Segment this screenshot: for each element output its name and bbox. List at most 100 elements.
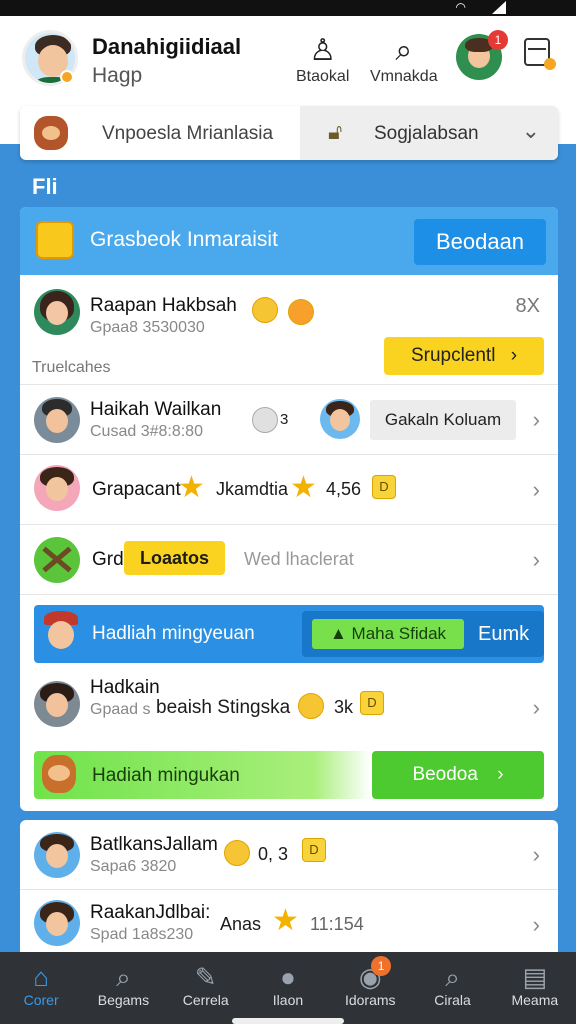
selector-right-label: Sogjalabsan <box>374 123 479 144</box>
wallet-icon[interactable] <box>524 38 556 70</box>
banner-label: Hadiah mingukan <box>92 765 240 786</box>
selector-left-label: Vnpoesla Mrianlasia <box>102 123 274 144</box>
lock-icon: 🔓︎ <box>328 119 343 144</box>
header-person-button[interactable]: ♙ Btaokal <box>296 34 349 86</box>
user-avatar <box>34 289 80 335</box>
selector-left[interactable]: Vnpoesla Mrianlasia <box>20 106 300 160</box>
nav-inbox[interactable]: ◉ 1 Idorams <box>329 952 411 1024</box>
banner-extra-label: Eumk <box>478 623 530 645</box>
section-label: Truelcahes <box>32 359 111 376</box>
card-header: Grasbeok Inmaraisit Beodaan <box>20 207 558 275</box>
user-avatar <box>34 832 80 878</box>
selector-right[interactable]: 🔓︎ Sogjalabsan ⌄ <box>300 106 558 160</box>
secondary-card: BatlkansJallam Sapa6 3820 0, 3 D › Raaka… <box>20 820 558 960</box>
coin-icon: D <box>360 691 384 715</box>
home-indicator[interactable] <box>232 1018 344 1024</box>
section-title: Fli <box>32 174 58 199</box>
coin-icon: D <box>372 475 396 499</box>
smile-emoji-icon <box>252 297 278 323</box>
chevron-right-icon[interactable]: › <box>533 842 540 868</box>
item-value: 4,56 <box>326 479 362 499</box>
chat-icon: ● <box>280 962 296 992</box>
group-avatar <box>34 537 80 583</box>
item-label: Jkamdtia <box>216 479 289 499</box>
nav-chat-label: Ilaon <box>272 992 304 1008</box>
friend-mini-avatar <box>320 399 360 439</box>
nav-search[interactable]: ⌕ Begams <box>82 952 164 1024</box>
list-item[interactable]: RaakanJdlbai: Spad 1a8s230 Anas ★ 11:154… <box>20 890 558 960</box>
close-button[interactable]: 8X <box>516 295 540 318</box>
nav-edit-label: Cerrela <box>182 992 229 1008</box>
location-tag[interactable]: Loaatos <box>124 541 226 575</box>
blush-emoji-icon <box>288 299 314 325</box>
nav-edit[interactable]: ✎ Cerrela <box>165 952 247 1024</box>
grey-action-button[interactable]: Gakaln Koluam <box>370 400 516 440</box>
user-avatar <box>34 397 80 443</box>
arrow-up-icon: ▲ <box>329 624 352 643</box>
mascot-icon <box>40 609 82 657</box>
user-avatar <box>34 900 80 946</box>
home-icon: ⌂ <box>33 962 49 992</box>
list-item[interactable]: Grapacant ★ Jkamdtia ★ 4,56 D › <box>20 455 558 525</box>
chevron-right-icon[interactable]: › <box>533 912 540 938</box>
star-icon: ★ <box>272 904 299 937</box>
chevron-right-icon[interactable]: › <box>533 477 540 503</box>
bear-icon <box>42 755 76 793</box>
nav-search-label: Begams <box>97 992 150 1008</box>
header-search-label: Vmnakda <box>370 68 438 85</box>
nav-home-label: Corer <box>23 992 59 1008</box>
nav-home[interactable]: ⌂ Corer <box>0 952 82 1024</box>
user-name: Hadkain <box>90 677 160 698</box>
star-icon: ★ <box>178 471 205 504</box>
list-item[interactable]: Grd Loaatos Wed lhaclerat › <box>20 525 558 595</box>
person-icon: ♙ <box>309 34 337 67</box>
edit-icon: ✎ <box>194 962 217 992</box>
chevron-right-icon[interactable]: › <box>533 695 540 721</box>
user-name: Grd <box>92 549 124 570</box>
notification-badge: 1 <box>488 30 508 50</box>
nav-menu[interactable]: ▤ Meama <box>494 952 576 1024</box>
item-value: 0, 3 <box>258 844 289 864</box>
user-name: Raapan Hakbsah <box>90 295 237 316</box>
gift-banner[interactable]: Hadiah mingukan Beodoa › <box>34 751 544 799</box>
list-item[interactable]: Raapan Hakbsah Gpaa8 3530030 8X Srupclen… <box>20 275 558 385</box>
smile-emoji-icon <box>224 840 250 866</box>
user-avatar <box>34 465 80 511</box>
green-banner-button[interactable]: Beodoa › <box>372 751 544 799</box>
banner-green-button[interactable]: ▲ Maha Sfidak <box>312 619 464 649</box>
selector-bar: Vnpoesla Mrianlasia 🔓︎ Sogjalabsan ⌄ <box>20 106 558 160</box>
ghost-emoji-icon <box>252 407 278 433</box>
weekly-gift-banner[interactable]: Hadliah mingyeuan ▲ Maha Sfidak Eumk <box>34 605 544 663</box>
chevron-right-icon: › <box>497 764 504 785</box>
nav-explore[interactable]: ⌕ Cirala <box>411 952 493 1024</box>
chevron-right-icon: › <box>510 345 518 366</box>
item-label: beaish Stingska <box>156 697 291 718</box>
item-value: 11:154 <box>310 914 364 934</box>
card-header-button[interactable]: Beodaan <box>414 219 546 265</box>
header-person-label: Btaokal <box>296 68 350 85</box>
profile-subtitle: Hagp <box>92 64 143 87</box>
card-header-title: Grasbeok Inmaraisit <box>90 228 278 251</box>
yellow-action-button[interactable]: Srupclentl › <box>384 337 544 375</box>
header-search-button[interactable]: ⌕ Vmnakda <box>370 34 438 86</box>
bottom-nav: ⌂ Corer ⌕ Begams ✎ Cerrela ● Ilaon ◉ 1 I… <box>0 952 576 1024</box>
list-item[interactable]: Haikah Wailkan Cusad 3#8:8:80 3 Gakaln K… <box>20 385 558 455</box>
user-id: Sapa6 3820 <box>90 858 177 875</box>
status-bar: ◠ <box>0 0 576 16</box>
user-id: Gpaa8 3530030 <box>90 319 205 336</box>
chevron-down-icon: ⌄ <box>521 118 540 143</box>
banner-action-area: ▲ Maha Sfidak Eumk <box>302 611 544 657</box>
banner-green-label: Maha Sfidak <box>351 624 447 643</box>
banner-label: Hadliah mingyeuan <box>92 623 255 644</box>
gift-box-icon <box>36 221 74 259</box>
item-label: Anas <box>220 914 262 934</box>
profile-name: Danahigiidiaal <box>92 34 242 59</box>
item-value: 3k <box>334 697 354 717</box>
list-item[interactable]: BatlkansJallam Sapa6 3820 0, 3 D › <box>20 820 558 890</box>
nav-chat[interactable]: ● Ilaon <box>247 952 329 1024</box>
yellow-action-label: Srupclentl <box>410 345 496 366</box>
list-item[interactable]: Hadkain Gpaad s beaish Stingska 3k D › <box>20 667 558 743</box>
user-avatar <box>34 681 80 727</box>
chevron-right-icon[interactable]: › <box>533 407 540 433</box>
chevron-right-icon[interactable]: › <box>533 547 540 573</box>
